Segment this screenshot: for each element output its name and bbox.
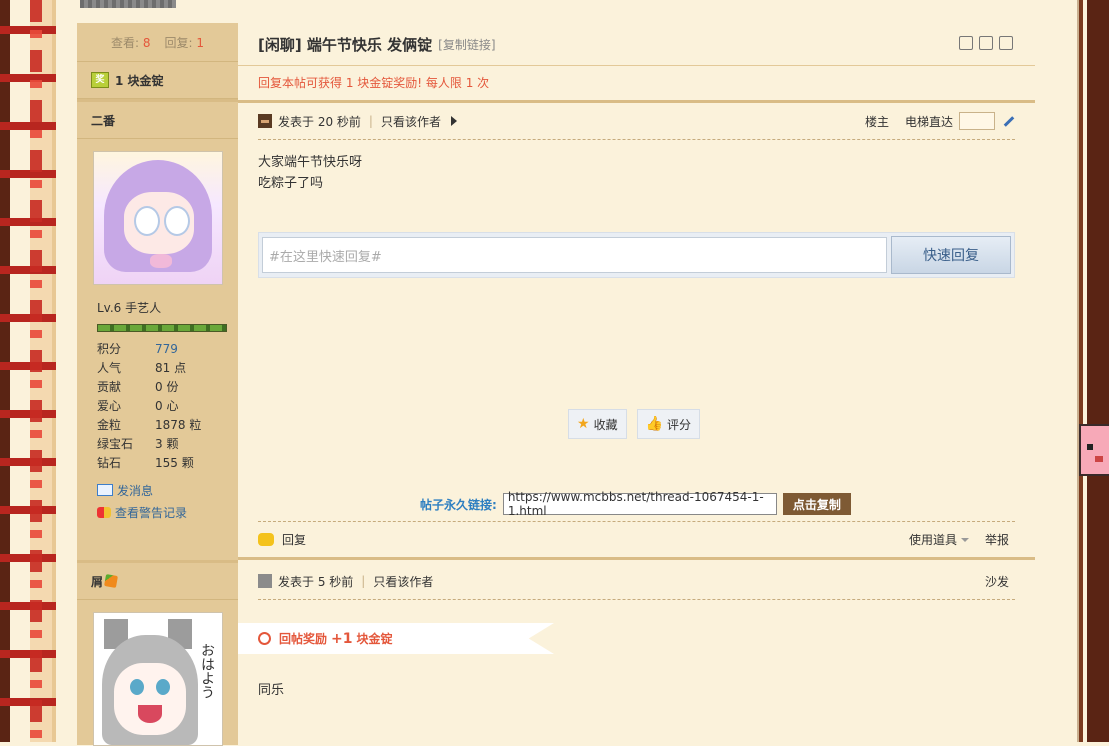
author-avatar-icon (258, 574, 272, 588)
post2-body: 同乐 (258, 683, 285, 698)
reply-reward-ribbon: 回帖奖励 +1 块金锭 (238, 623, 554, 654)
post-text-line: 吃粽子了吗 (258, 176, 324, 191)
report-button[interactable]: 举报 (985, 531, 1009, 548)
floor-nav: 楼主 电梯直达 (865, 112, 1015, 130)
ring-icon (258, 632, 271, 645)
view-count: 8 (142, 35, 151, 50)
stat-row: 爱心 0 心 (97, 399, 179, 413)
post2-meta: 发表于 5 秒前 | 只看该作者 沙发 (258, 563, 1015, 600)
reply-button[interactable]: 回复 (282, 531, 306, 548)
permalink: 帖子永久链接: https://www.mcbbs.net/thread-106… (420, 490, 851, 518)
level-progress-bar (97, 324, 227, 332)
author-avatar[interactable] (93, 151, 223, 285)
quick-reply-box: #在这里快速回复# 快速回复 (258, 232, 1015, 278)
thread-header: [闲聊] 端午节快乐 发俩锭 [复制链接] (238, 23, 1035, 66)
permalink-field[interactable]: https://www.mcbbs.net/thread-1067454-1-1… (502, 490, 777, 518)
decorative-right-border (1071, 0, 1109, 742)
post-time: 发表于 5 秒前 (278, 574, 354, 589)
decorative-left-border (0, 0, 56, 742)
warning-card-icon (97, 506, 111, 518)
author-stats: 积分 779 人气 81 点 贡献 0 份 爱心 0 心 金粒 1878 粒 绿宝石 3 颗… (97, 340, 238, 473)
avatar-caption: おはよう (199, 643, 215, 699)
use-tool-menu[interactable]: 使用道具 (909, 531, 969, 548)
author-level: Lv.6 手艺人 (97, 301, 162, 315)
post1-meta: 发表于 20 秒前 | 只看该作者 楼主 电梯直达 (258, 103, 1015, 140)
arrow-right-icon[interactable] (450, 116, 457, 126)
copy-link-button[interactable]: [复制链接] (438, 36, 495, 53)
stat-row: 绿宝石 3 颗 (97, 437, 179, 451)
post-time: 发表于 20 秒前 (278, 114, 361, 129)
stat-row: 积分 779 (97, 342, 178, 356)
author-username[interactable]: 二番 (77, 102, 238, 139)
copy-permalink-button[interactable]: 点击复制 (782, 493, 851, 515)
quick-reply-input[interactable]: #在这里快速回复# (262, 237, 887, 273)
carrot-icon (104, 574, 118, 588)
jump-go-icon[interactable] (1001, 114, 1015, 128)
stat-row: 人气 81 点 (97, 361, 187, 375)
reply-bubble-icon (258, 532, 274, 546)
top-decoration (80, 0, 176, 8)
author-username[interactable]: 屑 (77, 563, 238, 600)
author-avatar-icon (258, 114, 272, 128)
star-icon: ★ (577, 416, 590, 432)
pig-icon[interactable] (1079, 424, 1109, 476)
next-thread-icon[interactable] (999, 36, 1013, 50)
thread-title: [闲聊] 端午节快乐 发俩锭 (258, 35, 433, 54)
floor-label: 沙发 (984, 574, 1009, 589)
post2-author-sidebar: 屑 おはよう (77, 560, 238, 746)
mail-icon (97, 484, 113, 496)
jump-label: 电梯直达 (904, 114, 953, 129)
reply-reward-notice: 回复本帖可获得 1 块金锭奖励! 每人限 1 次 (258, 75, 490, 90)
divider (238, 557, 1035, 560)
stat-row: 金粒 1878 粒 (97, 418, 202, 432)
reward-badge-icon: 奖 (91, 72, 109, 88)
rate-button[interactable]: 👍 评分 (636, 409, 701, 439)
reply-count: 1 (196, 35, 205, 50)
stat-row: 钻石 155 颗 (97, 456, 194, 470)
send-message-link[interactable]: 发消息 (97, 479, 238, 501)
stat-row: 贡献 0 份 (97, 380, 179, 394)
previous-thread-icon[interactable] (979, 36, 993, 50)
only-author-link[interactable]: 只看该作者 (381, 113, 441, 130)
thread-stats: 查看: 8 回复: 1 (77, 23, 238, 62)
print-icon[interactable] (959, 36, 973, 50)
only-author-link[interactable]: 只看该作者 (373, 573, 433, 590)
thread-tools (959, 36, 1013, 50)
floor-jump-input[interactable] (959, 112, 995, 130)
floor-label: 楼主 (864, 114, 889, 129)
post1-footer: 回复 使用道具 举报 (258, 521, 1015, 556)
author-avatar[interactable]: おはよう (93, 612, 223, 746)
post1-body: 大家端午节快乐呀 吃粽子了吗 (238, 140, 1035, 194)
quick-reply-button[interactable]: 快速回复 (891, 236, 1011, 274)
post-actions: ★ 收藏 👍 评分 (568, 409, 701, 439)
thread-main: [闲聊] 端午节快乐 发俩锭 [复制链接] 回复本帖可获得 1 块金锭奖励! 每… (238, 23, 1035, 742)
post-text-line: 大家端午节快乐呀 (258, 155, 363, 170)
thread-reward: 奖 1 块金锭 (77, 62, 238, 99)
view-warnings-link[interactable]: 查看警告记录 (97, 501, 238, 523)
favorite-button[interactable]: ★ 收藏 (568, 409, 627, 439)
thumbs-up-icon: 👍 (645, 416, 664, 432)
chevron-down-icon (960, 538, 969, 542)
